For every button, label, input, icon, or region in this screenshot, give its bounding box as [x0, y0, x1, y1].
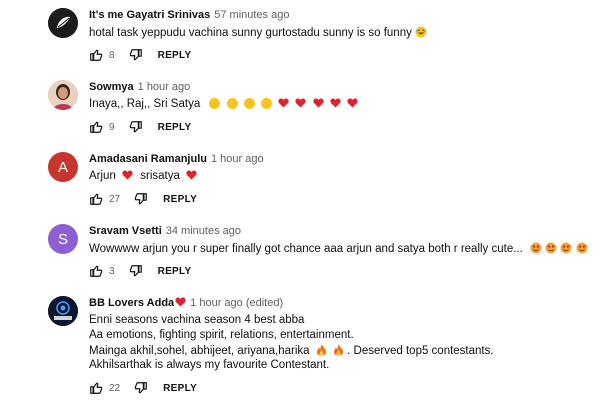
comment-text: Wowwww arjun you r super finally got cha…	[89, 242, 588, 255]
red-heart-icon	[186, 170, 197, 180]
comment-text-body: srisatya	[140, 170, 180, 182]
comment-text-body: Wowwww arjun you r super finally got cha…	[89, 243, 523, 255]
red-heart-icon	[330, 98, 341, 108]
clap-emoji-icon	[226, 98, 238, 109]
comment-actions: 3 REPLY	[89, 263, 191, 279]
comment-time[interactable]: 1 hour ago	[138, 81, 191, 93]
comment-text-body: Inaya,, Raj,, Sri Satya	[89, 98, 201, 110]
thumbs-up-icon[interactable]	[89, 192, 103, 206]
comment-time[interactable]: 57 minutes ago	[214, 9, 289, 21]
author-name[interactable]: Sowmya	[89, 81, 134, 93]
author-avatar[interactable]	[48, 80, 78, 110]
comment-time[interactable]: 1 hour ago	[211, 153, 264, 165]
red-heart-icon	[122, 170, 133, 180]
thumbs-up-icon[interactable]	[89, 48, 103, 62]
author-name[interactable]: BB Lovers Adda	[89, 297, 174, 309]
comment-text: Inaya,, Raj,, Sri Satya	[89, 98, 358, 110]
red-heart-icon	[175, 297, 186, 307]
author-name[interactable]: It's me Gayatri Srinivas	[89, 9, 210, 21]
reply-button[interactable]: REPLY	[163, 383, 197, 394]
author-avatar[interactable]	[48, 296, 78, 326]
like-count: 8	[109, 49, 115, 61]
rofl-emoji-icon	[415, 26, 427, 38]
comment-item: S Sravam Vsetti 34 minutes ago Wowwww arj…	[0, 216, 600, 288]
reply-button[interactable]: REPLY	[163, 194, 197, 205]
clap-emoji-icon	[209, 98, 221, 109]
author-avatar[interactable]	[48, 8, 78, 38]
heart-eyes-emoji-icon	[545, 242, 557, 254]
thumbs-up-icon[interactable]	[89, 264, 103, 278]
comment-header: Amadasani Ramanjulu 1 hour ago	[89, 153, 264, 165]
heart-eyes-emoji-icon	[530, 242, 542, 254]
author-name[interactable]: Sravam Vsetti	[89, 225, 162, 237]
thumbs-down-icon[interactable]	[129, 48, 143, 62]
reply-button[interactable]: REPLY	[158, 122, 192, 133]
author-name[interactable]: Amadasani Ramanjulu	[89, 153, 207, 165]
comment-header: BB Lovers Adda 1 hour ago (edited)	[89, 297, 283, 309]
thumbs-down-icon[interactable]	[134, 381, 148, 395]
comment-header: It's me Gayatri Srinivas 57 minutes ago	[89, 9, 289, 21]
comment-text-body: Arjun	[89, 170, 116, 182]
red-heart-icon	[295, 98, 307, 108]
like-count: 22	[109, 382, 121, 394]
reply-button[interactable]: REPLY	[158, 266, 192, 277]
comment-time[interactable]: 34 minutes ago	[166, 225, 241, 237]
comment-actions: 22 REPLY	[89, 380, 197, 396]
fire-emoji-icon	[316, 344, 326, 356]
thumbs-down-icon[interactable]	[134, 192, 148, 206]
comment-text-body: hotal task yeppudu vachina sunny gurtost…	[89, 27, 412, 39]
heart-eyes-emoji-icon	[560, 242, 572, 254]
like-count: 27	[109, 193, 121, 205]
comment-text: hotal task yeppudu vachina sunny gurtost…	[89, 26, 427, 39]
comment-item: It's me Gayatri Srinivas 57 minutes ago h…	[0, 0, 600, 72]
photo-avatar-icon	[48, 80, 78, 110]
comment-item: A Amadasani Ramanjulu 1 hour ago Arjun sr…	[0, 144, 600, 216]
bb-logo-avatar-icon	[48, 296, 78, 326]
reply-button[interactable]: REPLY	[158, 50, 192, 61]
red-heart-icon	[347, 98, 358, 108]
comment-item: Sowmya 1 hour ago Inaya,, Raj,, Sri Satya…	[0, 72, 600, 144]
comment-actions: 8 REPLY	[89, 47, 191, 63]
avatar-letter: A	[57, 158, 68, 176]
comment-text-body: . Deserved top5 contestants.	[347, 345, 494, 357]
heart-eyes-emoji-icon	[576, 242, 588, 254]
leaf-avatar-icon	[48, 8, 78, 38]
thumbs-up-icon[interactable]	[89, 381, 103, 395]
comment-text-body: Mainga akhil,sohel, abhijeet, ariyana,ha…	[89, 345, 310, 357]
clap-emoji-icon	[243, 98, 255, 109]
comment-text: Arjun srisatya	[89, 170, 197, 182]
comment-time[interactable]: 1 hour ago (edited)	[190, 297, 283, 309]
comment-actions: 9 REPLY	[89, 119, 191, 135]
like-count: 3	[109, 265, 115, 277]
comment-header: Sowmya 1 hour ago	[89, 81, 190, 93]
red-heart-icon	[278, 98, 289, 108]
comment-text-line: Mainga akhil,sohel, abhijeet, ariyana,ha…	[89, 344, 494, 357]
comment-text-line: Enni seasons vachina season 4 best abba	[89, 314, 305, 326]
comment-text-line: Akhilsarthak is always my favourite Cont…	[89, 359, 330, 371]
avatar-letter: S	[57, 230, 68, 248]
clap-emoji-icon	[261, 98, 273, 109]
comment-actions: 27 REPLY	[89, 191, 197, 207]
comment-text-line: Aa emotions, fighting spirit, relations,…	[89, 329, 354, 341]
thumbs-up-icon[interactable]	[89, 120, 103, 134]
comment-header: Sravam Vsetti 34 minutes ago	[89, 225, 241, 237]
author-avatar[interactable]: A	[48, 152, 78, 182]
thumbs-down-icon[interactable]	[129, 120, 143, 134]
fire-emoji-icon	[333, 344, 343, 356]
like-count: 9	[109, 121, 115, 133]
comment-item: BB Lovers Adda 1 hour ago (edited) Enni s…	[0, 288, 600, 405]
author-avatar[interactable]: S	[48, 224, 78, 254]
red-heart-icon	[313, 98, 324, 108]
thumbs-down-icon[interactable]	[129, 264, 143, 278]
